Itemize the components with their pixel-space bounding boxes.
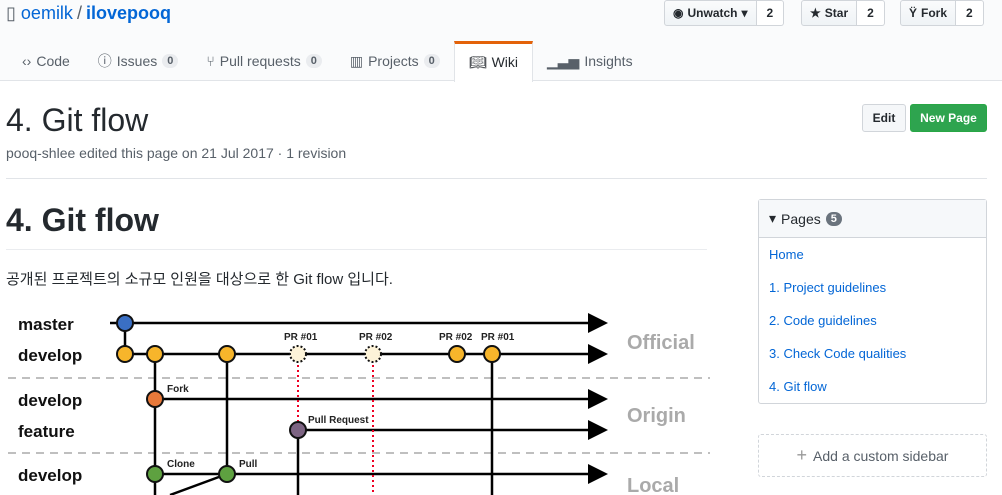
caret-down-icon: ▾ [769, 210, 777, 226]
star-count[interactable]: 2 [857, 0, 885, 26]
eye-icon: ◉ [673, 6, 684, 20]
branch-label: develop [18, 466, 82, 485]
intro-text: 공개된 프로젝트의 소규모 인원을 대상으로 한 Git flow 입니다. [6, 271, 393, 288]
tab-wiki[interactable]: 📖︎ Wiki [453, 41, 534, 82]
project-icon: ▥ [349, 52, 364, 69]
zone-label: Origin [627, 405, 686, 427]
zone-label: Official [627, 332, 695, 354]
pages-header[interactable]: ▾ Pages 5 [759, 200, 986, 238]
page-title: 4. Git flow [6, 102, 149, 138]
unwatch-button[interactable]: ◉ Unwatch ▾ [664, 0, 757, 26]
tab-code[interactable]: ‹› Code [8, 41, 84, 81]
new-page-button[interactable]: New Page [910, 104, 987, 132]
repo-icon: ▯ [6, 3, 16, 23]
repo-link[interactable]: ilovepooq [86, 3, 171, 23]
sidebar-page-link[interactable]: Home [759, 238, 986, 271]
pr-label: PR #01 [481, 332, 515, 343]
separator: / [76, 3, 82, 23]
caret-icon: ▾ [741, 6, 748, 20]
sidebar-page-link[interactable]: 1. Project guidelines [759, 271, 986, 304]
fork-icon: Ÿ [909, 6, 918, 20]
fork-group: Ÿ Fork 2 [900, 0, 984, 26]
divider [6, 249, 707, 250]
book-icon: 📖︎ [468, 53, 487, 70]
event-label: Clone [167, 459, 195, 470]
repo-title: ▯ oemilk / ilovepooq [6, 3, 171, 24]
branch-label: feature [18, 422, 75, 441]
event-label: Pull [239, 459, 258, 470]
add-custom-sidebar-button[interactable]: + Add a custom sidebar [758, 434, 987, 477]
watch-count[interactable]: 2 [756, 0, 785, 26]
repo-header: ▯ oemilk / ilovepooq ◉ Unwatch ▾ 2 ★ Star 2 Ÿ Fo… [0, 0, 1002, 82]
fork-button[interactable]: Ÿ Fork [900, 0, 957, 26]
tab-issues[interactable]: ⓘ Issues 0 [84, 41, 193, 81]
tab-insights[interactable]: ▁▃▅ Insights [533, 41, 647, 81]
zone-label: Local [627, 475, 679, 495]
pr-label: PR #02 [439, 332, 473, 343]
fork-count[interactable]: 2 [956, 0, 984, 26]
graph-icon: ▁▃▅ [547, 52, 580, 69]
sidebar-page-link[interactable]: 4. Git flow [759, 370, 986, 403]
star-button[interactable]: ★ Star [801, 0, 858, 26]
edit-button[interactable]: Edit [862, 104, 906, 132]
pages-sidebar: ▾ Pages 5 Home 1. Project guidelines 2. Co… [758, 199, 987, 404]
star-icon: ★ [810, 6, 821, 20]
owner-link[interactable]: oemilk [21, 3, 73, 23]
issue-icon: ⓘ [97, 53, 112, 69]
branch-label: develop [18, 346, 82, 365]
code-icon: ‹› [22, 53, 32, 69]
git-flow-diagram: master develop develop feature develop O… [8, 313, 710, 495]
pr-icon: ⑂ [206, 53, 215, 69]
sidebar-page-link[interactable]: 3. Check Code qualities [759, 337, 986, 370]
plus-icon: + [796, 445, 808, 465]
watch-group: ◉ Unwatch ▾ 2 [664, 0, 785, 26]
pages-count: 5 [825, 211, 842, 226]
star-group: ★ Star 2 [801, 0, 885, 26]
event-label: Pull Request [308, 415, 369, 426]
tab-projects[interactable]: ▥ Projects 0 [336, 41, 454, 81]
sidebar-page-link[interactable]: 2. Code guidelines [759, 304, 986, 337]
tab-pull-requests[interactable]: ⑂ Pull requests 0 [192, 41, 335, 81]
event-label: Fork [167, 384, 189, 395]
divider [6, 178, 987, 179]
page-meta: pooq-shlee edited this page on 21 Jul 20… [6, 145, 347, 161]
repo-tabs: ‹› Code ⓘ Issues 0 ⑂ Pull requests 0 ▥ Project… [8, 41, 647, 82]
pr-label: PR #01 [284, 332, 318, 343]
content-heading: 4. Git flow [6, 202, 159, 238]
branch-label: master [18, 315, 74, 334]
branch-label: develop [18, 391, 82, 410]
pr-label: PR #02 [359, 332, 393, 343]
